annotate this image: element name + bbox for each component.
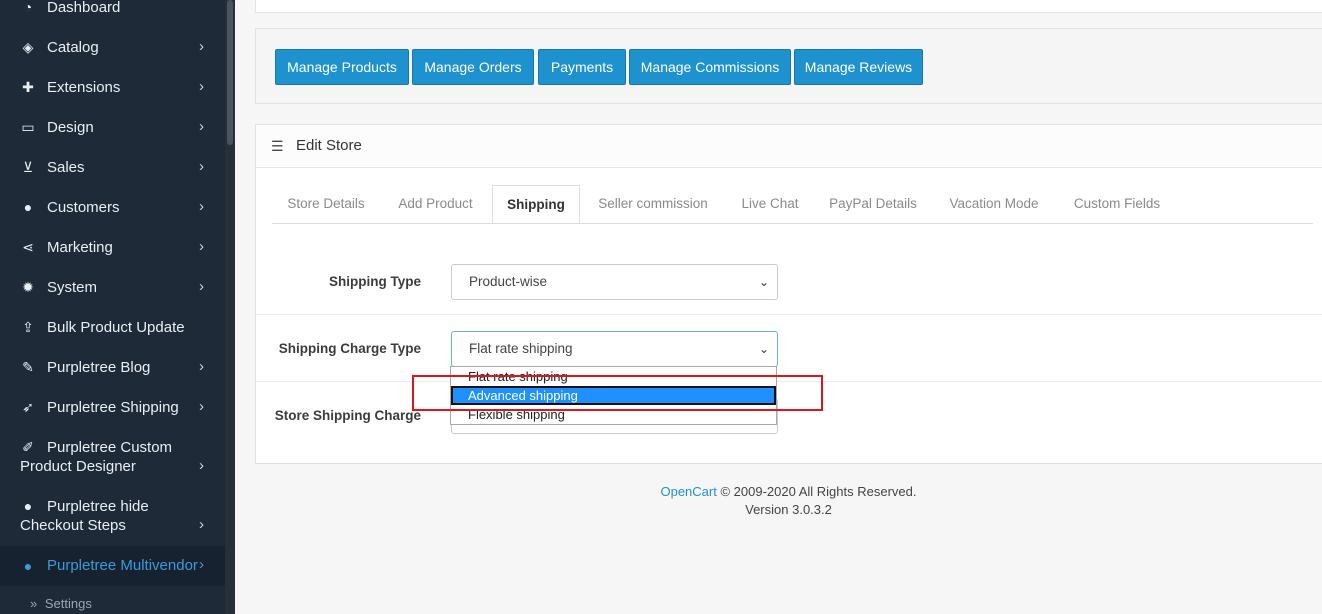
store-shipping-charge-label: Store Shipping Charge bbox=[274, 408, 421, 423]
payments-button[interactable]: Payments bbox=[538, 49, 626, 85]
sidebar-item-purpletree-custom-product-designer[interactable]: ✐ Purpletree Custom Product Designer › bbox=[0, 438, 225, 478]
manage-orders-button[interactable]: Manage Orders bbox=[412, 49, 534, 85]
shipping-type-label: Shipping Type bbox=[329, 274, 421, 289]
sidebar-subitem-settings[interactable]: » Settings bbox=[30, 596, 92, 611]
chevron-right-icon: › bbox=[199, 358, 204, 375]
sidebar-item-purpletree-shipping[interactable]: ➶ Purpletree Shipping › bbox=[0, 398, 225, 418]
user-icon: ● bbox=[23, 558, 33, 574]
chevron-right-icon: › bbox=[199, 278, 204, 295]
tab-paypal-details[interactable]: PayPal Details bbox=[818, 185, 928, 224]
sidebar-item-purpletree-blog[interactable]: ✎ Purpletree Blog › bbox=[0, 358, 225, 378]
tab-divider bbox=[272, 223, 1313, 224]
puzzle-icon: ✚ bbox=[22, 79, 34, 95]
form-row-divider bbox=[256, 314, 1322, 315]
list-icon: ☰ bbox=[271, 138, 284, 154]
chevron-right-icon: › bbox=[199, 457, 204, 474]
sidebar-item-design[interactable]: ▭ Design › bbox=[0, 118, 225, 138]
tab-live-chat[interactable]: Live Chat bbox=[726, 185, 814, 224]
tab-vacation-mode[interactable]: Vacation Mode bbox=[934, 185, 1054, 224]
shipping-type-select[interactable]: Product-wise ⌄ bbox=[451, 264, 778, 300]
chevron-right-icon: › bbox=[199, 198, 204, 215]
sidebar-item-catalog[interactable]: ◈ Catalog › bbox=[0, 38, 225, 58]
highlight-annotation-box bbox=[412, 375, 823, 411]
edit-store-panel: ☰ Edit Store Store Details Add Product S… bbox=[255, 124, 1322, 464]
chevron-down-icon: ⌄ bbox=[758, 342, 769, 356]
tab-custom-fields[interactable]: Custom Fields bbox=[1060, 185, 1174, 224]
chevron-right-icon: › bbox=[199, 118, 204, 135]
tab-add-product[interactable]: Add Product bbox=[384, 185, 487, 224]
double-chevron-icon: » bbox=[30, 596, 38, 611]
opencart-link[interactable]: OpenCart bbox=[660, 484, 716, 499]
manage-products-button[interactable]: Manage Products bbox=[275, 49, 409, 85]
cart-icon: ⊻ bbox=[22, 159, 34, 175]
edit-icon: ✎ bbox=[22, 359, 34, 375]
toolbar-panel: Manage Products Manage Orders Payments M… bbox=[255, 28, 1322, 104]
sidebar: ◔ Dashboard ◈ Catalog › ✚ Extensions › ▭… bbox=[0, 0, 235, 614]
chevron-right-icon: › bbox=[199, 556, 204, 573]
shipping-charge-type-select[interactable]: Flat rate shipping ⌄ bbox=[451, 331, 778, 367]
manage-commissions-button[interactable]: Manage Commissions bbox=[629, 49, 791, 85]
sidebar-scroll-thumb[interactable] bbox=[227, 0, 233, 145]
tags-icon: ◈ bbox=[22, 39, 34, 55]
copyright-line: OpenCart © 2009-2020 All Rights Reserved… bbox=[660, 484, 917, 499]
sidebar-item-purpletree-multivendor[interactable]: ● Purpletree Multivendor › bbox=[0, 546, 225, 586]
chevron-right-icon: › bbox=[199, 78, 204, 95]
chevron-down-icon: ⌄ bbox=[758, 275, 769, 289]
sidebar-item-extensions[interactable]: ✚ Extensions › bbox=[0, 78, 225, 98]
shipping-charge-type-label: Shipping Charge Type bbox=[278, 341, 421, 356]
sidebar-item-dashboard[interactable]: ◔ Dashboard bbox=[0, 0, 225, 20]
chevron-right-icon: › bbox=[199, 238, 204, 255]
gear-icon: ✹ bbox=[22, 279, 34, 295]
sidebar-item-purpletree-hide-checkout-steps[interactable]: ● Purpletree hide Checkout Steps › bbox=[0, 497, 225, 537]
footer: OpenCart © 2009-2020 All Rights Reserved… bbox=[255, 483, 1322, 519]
version-text: Version 3.0.3.2 bbox=[745, 502, 832, 517]
tab-shipping[interactable]: Shipping bbox=[492, 185, 580, 224]
sidebar-item-system[interactable]: ✹ System › bbox=[0, 278, 225, 298]
chevron-right-icon: › bbox=[199, 398, 204, 415]
sidebar-item-bulk-product-update[interactable]: ⇪ Bulk Product Update bbox=[0, 318, 225, 338]
chevron-right-icon: › bbox=[199, 38, 204, 55]
panel-title: Edit Store bbox=[296, 137, 362, 154]
dashboard-icon: ◔ bbox=[23, 0, 33, 15]
tab-seller-commission[interactable]: Seller commission bbox=[586, 185, 720, 224]
user-icon: ● bbox=[23, 199, 33, 215]
tab-store-details[interactable]: Store Details bbox=[272, 185, 380, 224]
top-panel-strip bbox=[255, 0, 1322, 13]
upload-icon: ⇪ bbox=[22, 319, 34, 335]
rocket-icon: ➶ bbox=[22, 399, 34, 415]
share-icon: ⋖ bbox=[22, 239, 34, 255]
sidebar-item-customers[interactable]: ● Customers › bbox=[0, 198, 225, 218]
chevron-right-icon: › bbox=[199, 158, 204, 175]
manage-reviews-button[interactable]: Manage Reviews bbox=[794, 49, 923, 85]
sidebar-item-sales[interactable]: ⊻ Sales › bbox=[0, 158, 225, 178]
monitor-icon: ▭ bbox=[21, 119, 35, 135]
chevron-right-icon: › bbox=[199, 516, 204, 533]
panel-heading: ☰ Edit Store bbox=[256, 125, 1322, 168]
sidebar-item-marketing[interactable]: ⋖ Marketing › bbox=[0, 238, 225, 258]
